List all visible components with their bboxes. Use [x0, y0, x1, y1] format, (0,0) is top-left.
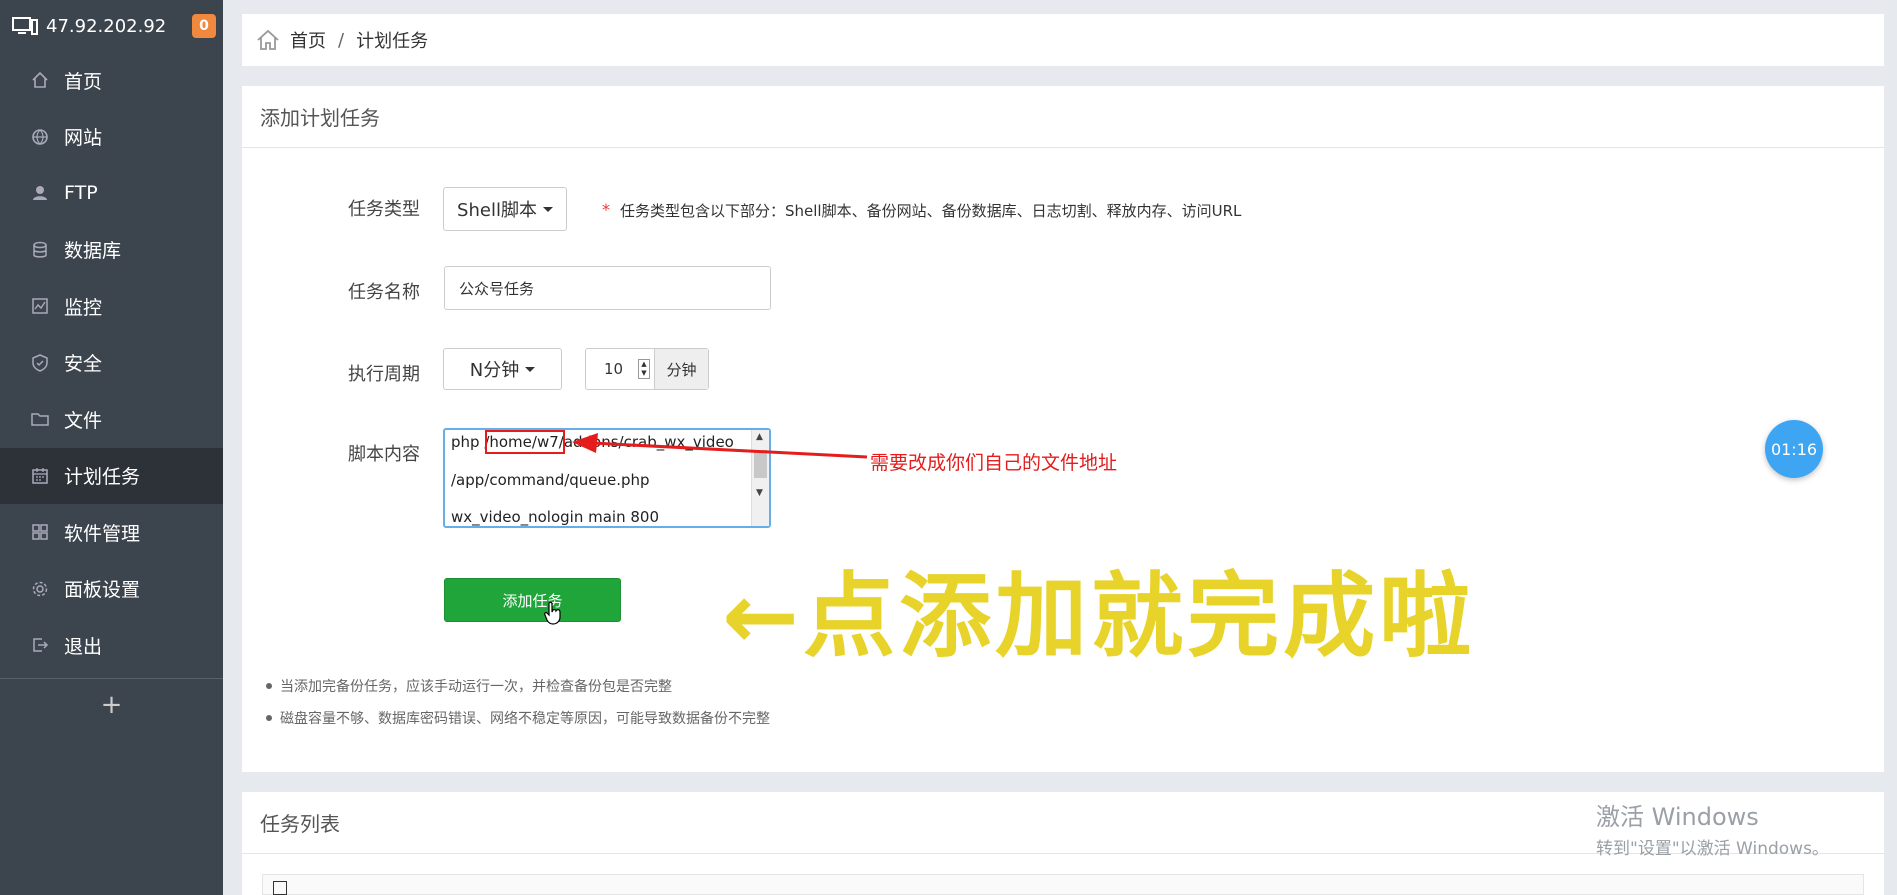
- script-label: 脚本内容: [348, 444, 420, 465]
- grid-icon: [30, 522, 50, 542]
- task-type-label: 任务类型: [348, 199, 420, 220]
- required-mark: *: [602, 200, 610, 219]
- windows-activation-watermark: 激活 Windows 转到"设置"以激活 Windows。: [1596, 797, 1829, 859]
- sidebar-item-database[interactable]: 数据库: [0, 222, 223, 279]
- home-icon: [257, 29, 279, 50]
- database-icon: [30, 240, 50, 260]
- task-type-value: Shell脚本: [457, 200, 537, 221]
- breadcrumb: 首页 / 计划任务: [242, 14, 1884, 66]
- globe-icon: [30, 127, 50, 147]
- sidebar-item-label: 监控: [64, 296, 103, 319]
- task-type-dropdown[interactable]: Shell脚本: [443, 187, 567, 231]
- sidebar-item-label: 数据库: [64, 240, 122, 263]
- script-line: /app/command/queue.php: [451, 471, 650, 489]
- sidebar-item-label: 首页: [64, 70, 103, 93]
- breadcrumb-current: 计划任务: [356, 31, 429, 52]
- sidebar-item-label: 面板设置: [64, 579, 141, 602]
- select-all-checkbox[interactable]: [273, 881, 287, 895]
- shield-icon: [30, 353, 50, 373]
- notification-badge[interactable]: 0: [192, 14, 216, 38]
- monitor-icon: [12, 17, 38, 35]
- breadcrumb-separator: /: [338, 29, 345, 51]
- user-icon: [30, 183, 50, 203]
- gear-icon: [30, 579, 50, 599]
- click-annotation: ←点添加就完成啦: [722, 563, 1476, 670]
- add-task-card: 添加计划任务 任务类型 Shell脚本 * 任务类型包含以下部分：Shell脚本…: [242, 86, 1884, 772]
- bullet-icon: [266, 715, 272, 721]
- bullet-icon: [266, 683, 272, 689]
- sidebar-item-logout[interactable]: 退出: [0, 617, 223, 674]
- cycle-unit: 分钟: [654, 349, 708, 389]
- note-item: 磁盘容量不够、数据库密码错误、网络不稳定等原因，可能导致数据备份不完整: [266, 708, 770, 728]
- sidebar-item-security[interactable]: 安全: [0, 335, 223, 392]
- server-ip: 47.92.202.92: [46, 15, 167, 37]
- cycle-value: N分钟: [469, 360, 520, 381]
- hand-cursor-icon: [544, 601, 561, 625]
- cycle-number-group: 10 ▲ ▼ 分钟: [585, 348, 709, 390]
- note-text: 磁盘容量不够、数据库密码错误、网络不稳定等原因，可能导致数据备份不完整: [280, 711, 770, 727]
- chevron-down-icon: [525, 366, 536, 372]
- sidebar-item-software[interactable]: 软件管理: [0, 504, 223, 561]
- task-table-header: [262, 874, 1864, 895]
- cycle-label: 执行周期: [348, 364, 420, 385]
- folder-icon: [30, 409, 50, 429]
- sidebar-item-label: 安全: [64, 353, 103, 376]
- card-title: 添加计划任务: [242, 86, 1884, 148]
- sidebar-item-label: FTP: [64, 182, 98, 205]
- sidebar-menu: 首页 网站 FTP 数据库 监控 安全 文件 计划任务 软件管理 面板设置 退出: [0, 52, 223, 674]
- breadcrumb-home[interactable]: 首页: [290, 27, 326, 53]
- notes-list: 当添加完备份任务，应该手动运行一次，并检查备份包是否完整 磁盘容量不够、数据库密…: [266, 676, 770, 740]
- monitor-icon: [30, 296, 50, 316]
- add-task-button[interactable]: 添加任务: [444, 578, 621, 622]
- note-text: 当添加完备份任务，应该手动运行一次，并检查备份包是否完整: [280, 679, 672, 695]
- calendar-icon: [30, 466, 50, 486]
- sidebar-item-files[interactable]: 文件: [0, 391, 223, 448]
- note-item: 当添加完备份任务，应该手动运行一次，并检查备份包是否完整: [266, 676, 770, 696]
- sidebar: 47.92.202.92 0 首页 网站 FTP 数据库 监控 安全 文件 计划…: [0, 0, 223, 895]
- script-line: wx_video_nologin main 800: [451, 508, 659, 526]
- sidebar-item-home[interactable]: 首页: [0, 52, 223, 109]
- home-icon: [30, 70, 50, 90]
- watermark-line1: 激活 Windows: [1596, 803, 1759, 831]
- task-name-label: 任务名称: [348, 282, 420, 303]
- add-shortcut-button[interactable]: +: [0, 679, 223, 731]
- sidebar-item-ftp[interactable]: FTP: [0, 165, 223, 222]
- cycle-number-value: 10: [604, 360, 624, 378]
- sidebar-item-monitor[interactable]: 监控: [0, 278, 223, 335]
- cycle-number-input[interactable]: 10 ▲ ▼: [586, 349, 654, 389]
- task-type-hint: 任务类型包含以下部分：Shell脚本、备份网站、备份数据库、日志切割、释放内存、…: [620, 202, 1242, 220]
- watermark-line2: 转到"设置"以激活 Windows。: [1596, 839, 1829, 859]
- scroll-down-icon[interactable]: ▼: [756, 488, 763, 498]
- sidebar-item-label: 文件: [64, 409, 103, 432]
- number-spinner-icon[interactable]: ▲ ▼: [638, 359, 650, 379]
- cycle-dropdown[interactable]: N分钟: [443, 348, 562, 390]
- floating-timer[interactable]: 01:16: [1765, 420, 1823, 478]
- sidebar-item-label: 计划任务: [64, 466, 141, 489]
- sidebar-item-settings[interactable]: 面板设置: [0, 561, 223, 618]
- annotation-arrow-icon: [572, 433, 868, 459]
- task-name-input[interactable]: [444, 266, 771, 310]
- sidebar-item-website[interactable]: 网站: [0, 109, 223, 166]
- sidebar-item-label: 退出: [64, 635, 103, 658]
- chevron-down-icon: [542, 206, 553, 212]
- path-highlight-box: [485, 430, 565, 454]
- sidebar-item-label: 软件管理: [64, 522, 141, 545]
- sidebar-item-cron[interactable]: 计划任务: [0, 447, 223, 504]
- logout-icon: [30, 635, 50, 655]
- path-annotation: 需要改成你们自己的文件地址: [870, 452, 1118, 474]
- server-header: 47.92.202.92 0: [0, 0, 223, 52]
- sidebar-item-label: 网站: [64, 127, 103, 150]
